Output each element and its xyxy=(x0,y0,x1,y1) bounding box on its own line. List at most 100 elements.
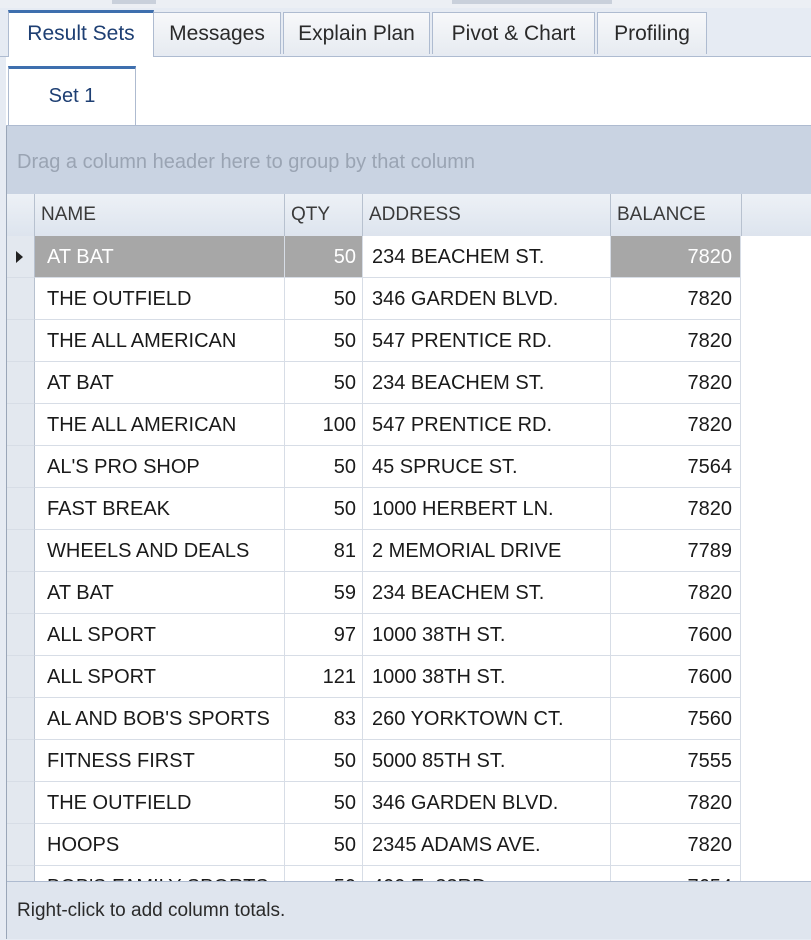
row-indicator[interactable] xyxy=(7,488,35,530)
column-header-qty[interactable]: QTY xyxy=(285,194,363,236)
row-indicator[interactable] xyxy=(7,824,35,866)
table-row[interactable]: HOOPS 50 2345 ADAMS AVE. 7820 xyxy=(7,824,742,866)
row-indicator[interactable] xyxy=(7,614,35,656)
cell-balance[interactable]: 7820 xyxy=(611,278,741,320)
row-indicator[interactable] xyxy=(7,446,35,488)
table-row[interactable]: FITNESS FIRST 50 5000 85TH ST. 7555 xyxy=(7,740,742,782)
cell-name[interactable]: AT BAT xyxy=(35,362,285,404)
cell-balance[interactable]: 7600 xyxy=(611,656,741,698)
row-indicator[interactable] xyxy=(7,740,35,782)
table-row[interactable]: ALL SPORT 97 1000 38TH ST. 7600 xyxy=(7,614,742,656)
cell-qty[interactable]: 50 xyxy=(285,740,363,782)
cell-qty[interactable]: 50 xyxy=(285,362,363,404)
tab-result-sets[interactable]: Result Sets xyxy=(8,10,154,57)
cell-name[interactable]: THE OUTFIELD xyxy=(35,782,285,824)
row-indicator[interactable] xyxy=(7,698,35,740)
cell-qty[interactable]: 50 xyxy=(285,236,363,278)
table-row[interactable]: AT BAT 50 234 BEACHEM ST. 7820 xyxy=(7,362,742,404)
cell-address[interactable]: 234 BEACHEM ST. xyxy=(363,362,611,404)
row-indicator[interactable] xyxy=(7,320,35,362)
cell-balance[interactable]: 7820 xyxy=(611,362,741,404)
cell-balance[interactable]: 7820 xyxy=(611,824,741,866)
row-indicator[interactable] xyxy=(7,530,35,572)
row-indicator[interactable] xyxy=(7,362,35,404)
cell-name[interactable]: AT BAT xyxy=(35,236,285,278)
table-row[interactable]: THE OUTFIELD 50 346 GARDEN BLVD. 7820 xyxy=(7,782,742,824)
cell-name[interactable]: FITNESS FIRST xyxy=(35,740,285,782)
tab-messages[interactable]: Messages xyxy=(153,12,281,54)
column-header-name[interactable]: NAME xyxy=(35,194,285,236)
cell-qty[interactable]: 50 xyxy=(285,488,363,530)
cell-name[interactable]: BOB'S FAMILY SPORTS xyxy=(35,866,285,881)
cell-qty[interactable]: 121 xyxy=(285,656,363,698)
cell-name[interactable]: AL AND BOB'S SPORTS xyxy=(35,698,285,740)
cell-address[interactable]: 346 GARDEN BLVD. xyxy=(363,278,611,320)
cell-qty[interactable]: 59 xyxy=(285,572,363,614)
cell-address[interactable]: 45 SPRUCE ST. xyxy=(363,446,611,488)
column-header-balance[interactable]: BALANCE xyxy=(611,194,742,236)
tab-pivot-chart[interactable]: Pivot & Chart xyxy=(432,12,595,54)
cell-address[interactable]: 1000 38TH ST. xyxy=(363,614,611,656)
table-row[interactable]: WHEELS AND DEALS 81 2 MEMORIAL DRIVE 7789 xyxy=(7,530,742,572)
cell-address[interactable]: 5000 85TH ST. xyxy=(363,740,611,782)
cell-balance[interactable]: 7564 xyxy=(611,446,741,488)
cell-name[interactable]: AT BAT xyxy=(35,572,285,614)
cell-balance[interactable]: 7820 xyxy=(611,404,741,446)
cell-name[interactable]: THE ALL AMERICAN xyxy=(35,404,285,446)
cell-name[interactable]: ALL SPORT xyxy=(35,656,285,698)
cell-balance[interactable]: 7820 xyxy=(611,572,741,614)
cell-qty[interactable]: 83 xyxy=(285,698,363,740)
cell-name[interactable]: ALL SPORT xyxy=(35,614,285,656)
row-indicator[interactable] xyxy=(7,782,35,824)
table-row[interactable]: BOB'S FAMILY SPORTS50400 E. 33RD7654 xyxy=(7,866,742,881)
table-row[interactable]: AT BAT 59 234 BEACHEM ST. 7820 xyxy=(7,572,742,614)
cell-address[interactable]: 2345 ADAMS AVE. xyxy=(363,824,611,866)
cell-name[interactable]: THE ALL AMERICAN xyxy=(35,320,285,362)
cell-balance[interactable]: 7789 xyxy=(611,530,741,572)
cell-balance[interactable]: 7600 xyxy=(611,614,741,656)
cell-name[interactable]: AL'S PRO SHOP xyxy=(35,446,285,488)
row-indicator[interactable] xyxy=(7,656,35,698)
cell-balance[interactable]: 7820 xyxy=(611,488,741,530)
cell-address[interactable]: 1000 HERBERT LN. xyxy=(363,488,611,530)
table-row[interactable]: AL'S PRO SHOP 50 45 SPRUCE ST. 7564 xyxy=(7,446,742,488)
row-indicator[interactable] xyxy=(7,278,35,320)
cell-qty[interactable]: 50 xyxy=(285,446,363,488)
group-by-panel[interactable]: Drag a column header here to group by th… xyxy=(7,126,811,194)
cell-address[interactable]: 346 GARDEN BLVD. xyxy=(363,782,611,824)
tab-set-1[interactable]: Set 1 xyxy=(8,66,136,125)
cell-address[interactable]: 234 BEACHEM ST. xyxy=(363,236,611,278)
cell-name[interactable]: HOOPS xyxy=(35,824,285,866)
cell-name[interactable]: FAST BREAK xyxy=(35,488,285,530)
column-header-address[interactable]: ADDRESS xyxy=(363,194,611,236)
cell-balance[interactable]: 7654 xyxy=(611,866,741,881)
cell-qty[interactable]: 50 xyxy=(285,782,363,824)
cell-address[interactable]: 1000 38TH ST. xyxy=(363,656,611,698)
row-indicator[interactable] xyxy=(7,866,35,881)
cell-qty[interactable]: 50 xyxy=(285,824,363,866)
cell-name[interactable]: WHEELS AND DEALS xyxy=(35,530,285,572)
cell-qty[interactable]: 100 xyxy=(285,404,363,446)
cell-qty[interactable]: 81 xyxy=(285,530,363,572)
tab-explain-plan[interactable]: Explain Plan xyxy=(283,12,430,54)
table-row[interactable]: THE OUTFIELD 50 346 GARDEN BLVD. 7820 xyxy=(7,278,742,320)
cell-address[interactable]: 234 BEACHEM ST. xyxy=(363,572,611,614)
row-indicator[interactable] xyxy=(7,236,35,278)
cell-name[interactable]: THE OUTFIELD xyxy=(35,278,285,320)
table-row[interactable]: FAST BREAK 50 1000 HERBERT LN. 7820 xyxy=(7,488,742,530)
tab-profiling[interactable]: Profiling xyxy=(597,12,707,54)
row-indicator[interactable] xyxy=(7,572,35,614)
table-row[interactable]: THE ALL AMERICAN 100 547 PRENTICE RD. 7820 xyxy=(7,404,742,446)
cell-address[interactable]: 260 YORKTOWN CT. xyxy=(363,698,611,740)
cell-balance[interactable]: 7820 xyxy=(611,782,741,824)
cell-balance[interactable]: 7820 xyxy=(611,320,741,362)
cell-balance[interactable]: 7555 xyxy=(611,740,741,782)
row-indicator[interactable] xyxy=(7,404,35,446)
cell-address[interactable]: 547 PRENTICE RD. xyxy=(363,404,611,446)
cell-qty[interactable]: 50 xyxy=(285,278,363,320)
cell-address[interactable]: 2 MEMORIAL DRIVE xyxy=(363,530,611,572)
table-row[interactable]: AL AND BOB'S SPORTS 83 260 YORKTOWN CT. 756… xyxy=(7,698,742,740)
cell-qty[interactable]: 50 xyxy=(285,320,363,362)
cell-address[interactable]: 400 E. 33RD xyxy=(363,866,611,881)
cell-qty[interactable]: 97 xyxy=(285,614,363,656)
